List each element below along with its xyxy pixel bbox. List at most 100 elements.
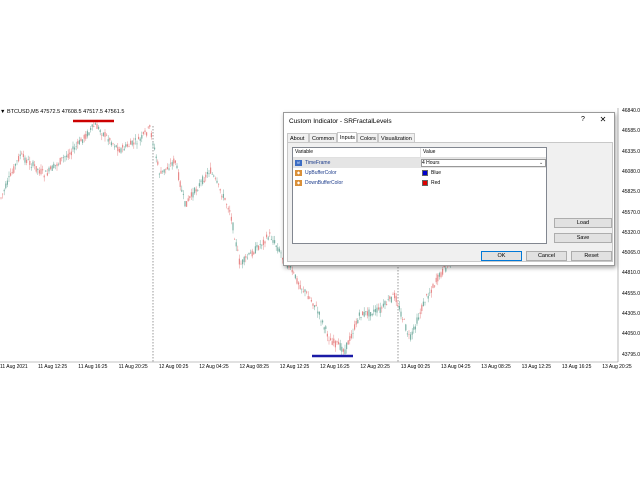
time-tick-label: 12 Aug 00:25 — [158, 364, 189, 370]
load-button[interactable]: Load — [554, 218, 612, 228]
candle-body — [90, 128, 92, 130]
candle-body — [261, 244, 263, 246]
candle-body — [440, 272, 442, 278]
input-row-downbuffercolor[interactable]: ◆ DownBufferColor Red — [293, 178, 546, 188]
candle-body — [317, 311, 319, 314]
candle-body — [421, 305, 423, 311]
candle-body — [56, 163, 58, 167]
close-icon[interactable]: ✕ — [597, 115, 609, 124]
candle-body — [66, 155, 68, 157]
candle-body — [242, 259, 244, 265]
candle-body — [338, 341, 340, 345]
candle-body — [214, 177, 216, 179]
candle-body — [30, 167, 32, 168]
candle-body — [323, 327, 325, 330]
candle-body — [93, 126, 95, 127]
candle-body — [373, 309, 375, 312]
candle-body — [163, 169, 165, 173]
candle-body — [162, 170, 164, 172]
candle-body — [83, 134, 85, 139]
time-tick-label: 12 Aug 08:25 — [239, 364, 269, 370]
candle-body — [150, 133, 152, 138]
candle-body — [34, 164, 36, 166]
candle-body — [269, 232, 271, 234]
candle-body — [362, 311, 364, 316]
candle-body — [146, 132, 148, 136]
candle-body — [258, 245, 260, 250]
candle-body — [198, 183, 200, 187]
candle-body — [306, 291, 308, 293]
candle-body — [190, 192, 192, 197]
candle-body — [130, 140, 132, 145]
candle-body — [70, 151, 72, 156]
candle-body — [155, 156, 157, 159]
candle-body — [346, 342, 348, 350]
candle-body — [363, 311, 365, 317]
candle-body — [398, 305, 400, 310]
candle-body — [378, 307, 380, 310]
variable-name: DownBufferColor — [305, 180, 343, 186]
candle-body — [32, 161, 34, 166]
candle-body — [112, 143, 114, 145]
price-tick-label: 45320.0 — [622, 229, 640, 236]
candle-body — [445, 267, 447, 272]
candle-body — [320, 321, 322, 323]
candle-body — [19, 154, 21, 156]
color-icon: ◆ — [295, 180, 302, 186]
candle-body — [312, 303, 314, 306]
candle-body — [405, 324, 407, 331]
color-swatch-blue[interactable] — [422, 170, 428, 176]
candle-body — [254, 246, 256, 254]
candle-body — [115, 145, 117, 148]
dialog-title: Custom Indicator - SRFractalLevels — [289, 118, 392, 125]
cancel-button[interactable]: Cancel — [526, 251, 567, 261]
input-row-upbuffercolor[interactable]: ◆ UpBufferColor Blue — [293, 168, 546, 178]
candle-body — [341, 346, 343, 352]
candle-body — [102, 132, 104, 136]
candle-body — [40, 168, 42, 175]
candle-body — [414, 326, 416, 330]
candle-body — [50, 166, 52, 169]
help-icon[interactable]: ? — [577, 116, 589, 123]
candle-body — [434, 285, 436, 287]
candle-body — [437, 274, 439, 282]
candle-body — [234, 239, 236, 240]
candle-body — [75, 146, 77, 147]
candle-body — [126, 144, 128, 147]
candle-body — [275, 245, 277, 247]
candle-body — [106, 134, 108, 136]
candle-body — [333, 338, 335, 344]
candle-body — [400, 311, 402, 317]
candle-body — [174, 160, 176, 163]
candle-body — [386, 304, 388, 306]
candle-body — [136, 143, 138, 145]
candle-body — [22, 154, 24, 158]
candle-body — [216, 180, 218, 183]
candle-body — [429, 292, 431, 294]
chevron-down-icon[interactable]: ⌄ — [539, 158, 543, 168]
candle-body — [67, 153, 69, 158]
candle-body — [328, 340, 330, 342]
candle-body — [184, 201, 186, 207]
save-button[interactable]: Save — [554, 233, 612, 243]
candle-body — [246, 257, 248, 259]
time-tick-label: 13 Aug 16:25 — [561, 364, 592, 370]
header-divider[interactable] — [420, 148, 421, 157]
price-tick-label: 45570.0 — [622, 209, 640, 216]
candle-body — [43, 175, 45, 178]
header-value[interactable]: Value — [423, 148, 435, 157]
candle-body — [310, 300, 312, 302]
ok-button[interactable]: OK — [481, 251, 522, 261]
reset-button[interactable]: Reset — [571, 251, 612, 261]
candle-body — [195, 189, 197, 192]
header-variable[interactable]: Variable — [295, 148, 313, 157]
candle-body — [406, 333, 408, 335]
candle-body — [166, 167, 168, 170]
input-row-timeframe[interactable]: tf TimeFrame 4 Hours ⌄ — [293, 158, 546, 168]
candle-body — [272, 240, 274, 243]
candle-body — [408, 334, 410, 335]
candle-body — [168, 168, 170, 170]
candle-body — [280, 252, 282, 254]
candle-body — [29, 161, 31, 165]
color-swatch-red[interactable] — [422, 180, 428, 186]
